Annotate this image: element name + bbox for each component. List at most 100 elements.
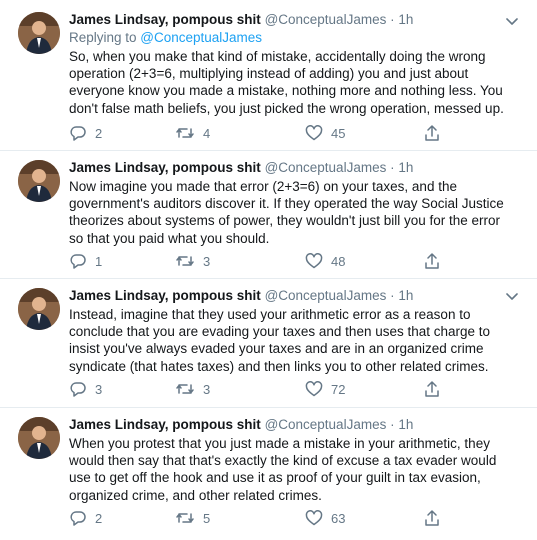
timestamp[interactable]: 1h (398, 12, 413, 27)
tweet-text-line: would then say that that's exactly the k… (69, 453, 497, 469)
author-name[interactable]: James Lindsay, pompous shit (69, 417, 261, 432)
reply-button[interactable]: 2 (69, 508, 102, 528)
timestamp[interactable]: 1h (398, 417, 413, 432)
tweet-text: Instead, imagine that they used your ari… (69, 306, 521, 375)
share-button[interactable] (423, 508, 449, 528)
tweet-text: So, when you make that kind of mistake, … (69, 48, 521, 117)
avatar[interactable] (18, 12, 60, 54)
tweet-text-line: When you protest that you just made a mi… (69, 436, 490, 451)
tweet[interactable]: James Lindsay, pompous shit @ConceptualJ… (0, 0, 537, 150)
tweet-actions: 2 5 63 (69, 508, 449, 528)
share-button[interactable] (423, 123, 449, 143)
retweet-count: 4 (203, 125, 211, 141)
tweet-text-line: Instead, imagine that they used your ari… (69, 307, 471, 322)
retweet-button[interactable]: 3 (175, 379, 210, 399)
tweet-text-line: Now imagine you made that error (2+3=6) … (69, 179, 457, 194)
avatar[interactable] (18, 288, 60, 330)
share-icon (425, 125, 439, 141)
tweet-text-line: syndicate (that hates taxes) and then li… (69, 358, 489, 374)
tweet-text-line: don't false math beliefs, you just picke… (69, 100, 504, 116)
share-button[interactable] (423, 251, 449, 271)
timestamp[interactable]: 1h (398, 160, 413, 175)
chevron-down-icon[interactable] (503, 287, 521, 305)
retweet-button[interactable]: 5 (175, 508, 210, 528)
tweet[interactable]: James Lindsay, pompous shit @ConceptualJ… (0, 279, 537, 407)
like-button[interactable]: 63 (305, 508, 345, 528)
retweet-button[interactable]: 4 (175, 123, 210, 143)
tweet-text-line: use to get off the hook and use it as pr… (69, 470, 481, 486)
timestamp[interactable]: 1h (398, 288, 413, 303)
author-name[interactable]: James Lindsay, pompous shit (69, 160, 261, 175)
avatar[interactable] (18, 417, 60, 459)
reply-icon (70, 254, 86, 269)
chevron-down-icon[interactable] (503, 12, 521, 30)
tweet-actions: 1 3 48 (69, 251, 449, 271)
like-button[interactable]: 45 (305, 123, 345, 143)
separator: · (390, 12, 395, 27)
tweet-text: When you protest that you just made a mi… (69, 435, 521, 504)
tweet-header: James Lindsay, pompous shit @ConceptualJ… (69, 287, 521, 305)
tweet-text-line: insist you've always evaded your taxes a… (69, 341, 484, 357)
author-handle[interactable]: @ConceptualJames (265, 160, 387, 175)
like-count: 48 (331, 253, 346, 269)
retweet-icon (176, 513, 194, 523)
share-button[interactable] (423, 379, 449, 399)
replying-to: Replying to @ConceptualJames (69, 29, 521, 47)
tweet[interactable]: James Lindsay, pompous shit @ConceptualJ… (0, 151, 537, 278)
like-button[interactable]: 72 (305, 379, 345, 399)
tweet-text-line: organized crime, and other related crime… (69, 487, 322, 503)
author-handle[interactable]: @ConceptualJames (265, 288, 387, 303)
tweet-actions: 3 3 72 (69, 379, 449, 399)
like-count: 72 (331, 381, 346, 397)
avatar[interactable] (18, 160, 60, 202)
reply-icon (70, 511, 86, 526)
tweet-text-line: theorizes about systems of power, they w… (69, 213, 501, 229)
reply-button[interactable]: 2 (69, 123, 102, 143)
retweet-count: 3 (203, 381, 211, 397)
heart-icon (305, 381, 323, 397)
retweet-icon (176, 128, 194, 138)
retweet-count: 3 (203, 253, 211, 269)
replying-to-label: Replying to (69, 30, 141, 45)
reply-icon (70, 382, 86, 397)
reply-count: 2 (95, 125, 103, 141)
tweet-header: James Lindsay, pompous shit @ConceptualJ… (69, 11, 521, 29)
tweet-text-line: government's auditors discover it. If th… (69, 196, 504, 212)
reply-count: 1 (95, 253, 103, 269)
tweet-text-line: So, when you make that kind of mistake, … (69, 49, 486, 64)
tweet-thread: James Lindsay, pompous shit @ConceptualJ… (0, 0, 537, 540)
tweet-header: James Lindsay, pompous shit @ConceptualJ… (69, 416, 521, 434)
share-icon (425, 253, 439, 269)
author-name[interactable]: James Lindsay, pompous shit (69, 12, 261, 27)
share-icon (425, 510, 439, 526)
tweet-text-line: operation (2+3=6, multiplying instead of… (69, 66, 469, 82)
reply-icon (70, 126, 86, 141)
heart-icon (305, 125, 323, 141)
tweet-header: James Lindsay, pompous shit @ConceptualJ… (69, 159, 521, 177)
tweet-text-line: so that you paid what you should. (69, 230, 270, 246)
retweet-button[interactable]: 3 (175, 251, 210, 271)
separator: · (390, 160, 395, 175)
replying-to-mention[interactable]: @ConceptualJames (140, 30, 262, 45)
share-icon (425, 381, 439, 397)
retweet-icon (176, 384, 194, 394)
separator: · (390, 417, 395, 432)
tweet[interactable]: James Lindsay, pompous shit @ConceptualJ… (0, 408, 537, 540)
retweet-count: 5 (203, 510, 211, 526)
like-button[interactable]: 48 (305, 251, 345, 271)
separator: · (390, 288, 395, 303)
reply-button[interactable]: 3 (69, 379, 102, 399)
author-handle[interactable]: @ConceptualJames (265, 12, 387, 27)
retweet-icon (176, 256, 194, 266)
tweet-text: Now imagine you made that error (2+3=6) … (69, 178, 521, 247)
author-handle[interactable]: @ConceptualJames (265, 417, 387, 432)
heart-icon (305, 253, 323, 269)
tweet-text-line: conclude that you are evading your taxes… (69, 324, 491, 340)
reply-button[interactable]: 1 (69, 251, 102, 271)
author-name[interactable]: James Lindsay, pompous shit (69, 288, 261, 303)
like-count: 63 (331, 510, 346, 526)
reply-count: 2 (95, 510, 103, 526)
heart-icon (305, 510, 323, 526)
like-count: 45 (331, 125, 346, 141)
reply-count: 3 (95, 381, 103, 397)
